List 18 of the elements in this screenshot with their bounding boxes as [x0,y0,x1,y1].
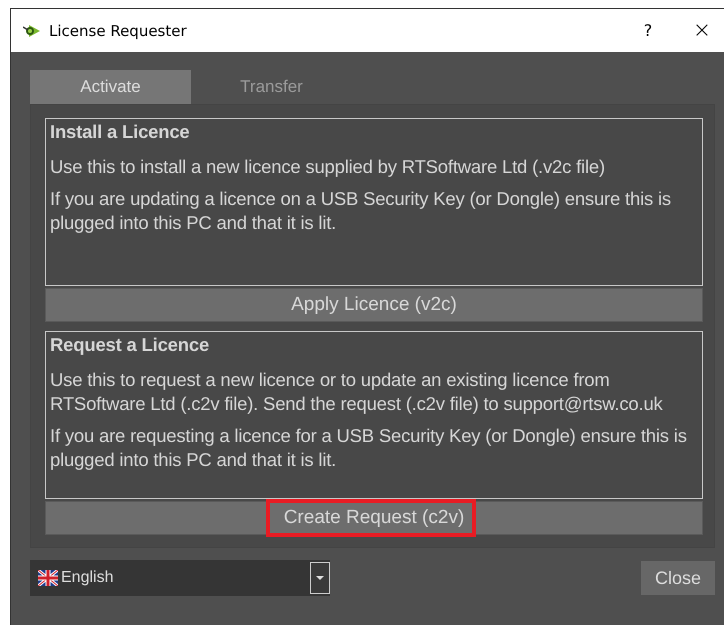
close-button[interactable]: × [679,9,724,52]
tab[interactable]: Activate [30,70,191,104]
section-text: If you are updating a licence on a USB Security Key (or Dongle) ensure this is plugged into this PC and that it is lit. [50,187,672,235]
language-value: English [61,569,114,587]
section-heading: Install a Licence [50,121,191,143]
section-heading: Request a Licence [50,334,210,356]
tab[interactable]: Transfer [191,70,352,104]
window-title: License Requester [49,22,187,40]
flag-icon [38,570,58,586]
action-button[interactable]: Create Request (c2v) [45,501,703,535]
action-button[interactable]: Apply Licence (v2c) [45,288,703,322]
help-button[interactable]: ? [625,9,671,52]
app-icon [23,24,41,38]
close-dialog-button[interactable]: Close [641,561,715,595]
language-dropdown[interactable]: English [30,560,330,596]
section-text: Use this to install a new licence supplied by RTSoftware Ltd (.v2c file) [50,155,606,179]
section-text: Use this to request a new licence or to update an existing licence from RTSoftware Ltd (.c2v file). Send the request (.c2v file) to support@rtsw.co.uk [50,368,664,416]
section-text: If you are requesting a licence for a USB Security Key (or Dongle) ensure this is plugged into this PC and that it is lit. [50,424,688,472]
